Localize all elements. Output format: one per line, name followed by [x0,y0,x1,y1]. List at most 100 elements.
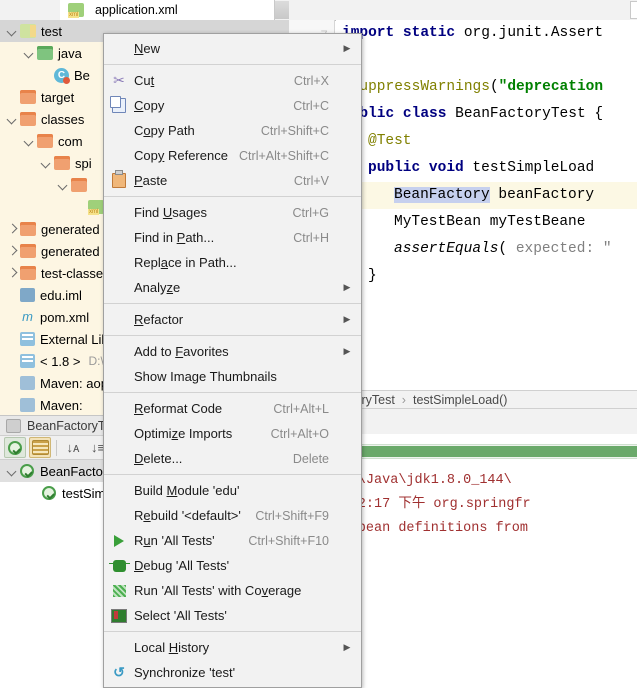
tree-item-label: spi [75,155,92,171]
editor-tab-application-xml[interactable]: application.xml [60,0,275,20]
menu-item-local-history[interactable]: Local History ▶ [104,635,361,660]
menu-item-label: Build Module 'edu' [134,483,240,498]
menu-item-shortcut: Ctrl+G [292,205,329,220]
menu-icon-slot [104,421,134,446]
menu-separator [104,392,361,393]
chevron-right-icon[interactable] [6,223,18,235]
menu-item-label: Analyze [134,280,181,295]
menu-icon-slot [104,503,134,528]
menu-item-analyze[interactable]: Analyze ▶ [104,275,361,300]
menu-item-copy[interactable]: Copy Ctrl+C [104,93,361,118]
menu-separator [104,631,361,632]
menu-item-label: Rebuild '<default>' [134,508,241,523]
menu-item-label: Find Usages [134,205,207,220]
tab-scroll-handle[interactable] [275,1,289,19]
chevron-down-icon[interactable] [23,47,35,59]
code-token: expected: " [515,241,612,257]
tree-item-label: Maven: [40,397,83,413]
menu-item-reformat-code[interactable]: Reformat Code Ctrl+Alt+L [104,396,361,421]
menu-item-find-in-path[interactable]: Find in Path... Ctrl+H [104,225,361,250]
menu-item-synchronize-test[interactable]: ↺ Synchronize 'test' [104,660,361,685]
coverage-icon [104,578,134,603]
copy-icon [104,93,134,118]
menu-item-add-to-favorites[interactable]: Add to Favorites ▶ [104,339,361,364]
code-line: assertEquals( expected: " [336,236,637,263]
menu-item-run-all-tests-with-coverage[interactable]: Run 'All Tests' with Coverage [104,578,361,603]
menu-item-paste[interactable]: Paste Ctrl+V [104,168,361,193]
menu-item-run-all-tests[interactable]: Run 'All Tests' Ctrl+Shift+F10 [104,528,361,553]
code-content[interactable]: import static org.junit.Assert @SuppressW… [336,20,637,390]
expand-all-icon[interactable] [29,437,51,458]
menu-item-shortcut: Ctrl+Shift+C [260,123,329,138]
chevron-down-icon[interactable] [57,179,69,191]
debug-icon [104,553,134,578]
code-token: assertEquals [394,241,499,257]
submenu-arrow-icon: ▶ [343,346,351,356]
menu-item-label: New [134,41,161,56]
sync-icon: ↺ [113,664,125,680]
submenu-arrow-icon: ▶ [343,642,351,652]
menu-item-show-image-thumbnails[interactable]: Show Image Thumbnails [104,364,361,389]
menu-item-optimize-imports[interactable]: Optimize Imports Ctrl+Alt+O [104,421,361,446]
menu-item-find-usages[interactable]: Find Usages Ctrl+G [104,200,361,225]
editor-tab-secondary[interactable] [630,1,637,19]
chevron-down-icon[interactable] [40,157,52,169]
menu-icon-slot [104,200,134,225]
chevron-down-icon[interactable] [23,135,35,147]
chevron-right-icon[interactable] [6,245,18,257]
sort-alpha-icon[interactable]: ↓ᴀ [62,437,84,458]
menu-item-label: Replace in Path... [134,255,237,270]
menu-item-build-module-edu[interactable]: Build Module 'edu' [104,478,361,503]
xml-file-icon [88,200,104,215]
chevron-down-icon[interactable] [6,465,18,477]
test-folder-icon [20,24,36,38]
toolbar-divider [56,439,57,456]
editor-tab-strip: application.xml [0,0,637,21]
chevron-right-icon[interactable] [6,267,18,279]
menu-item-rebuild-default[interactable]: Rebuild '<default>' Ctrl+Shift+F9 [104,503,361,528]
menu-item-copy-path[interactable]: Copy Path Ctrl+Shift+C [104,118,361,143]
menu-item-select-all-tests[interactable]: Select 'All Tests' [104,603,361,628]
menu-item-shortcut: Delete [292,451,329,466]
show-passed-icon[interactable] [4,437,26,458]
breadcrumb-separator-icon: › [401,392,406,407]
menu-separator [104,196,361,197]
code-token: BeanFactoryTest { [455,106,604,122]
test-progress-bar [359,446,637,457]
menu-separator [104,474,361,475]
menu-item-label: Optimize Imports [134,426,233,441]
menu-item-delete[interactable]: Delete... Delete [104,446,361,471]
chevron-down-icon[interactable] [6,25,18,37]
test-progress-track [359,444,637,459]
maven-lib-icon [20,376,35,390]
code-line: MyTestBean myTestBeane [336,209,637,236]
menu-item-replace-in-path[interactable]: Replace in Path... [104,250,361,275]
tree-item-label: classes [41,111,85,127]
code-token: beanFactory [489,187,595,203]
menu-item-shortcut: Ctrl+Alt+L [273,401,329,416]
code-line: @SuppressWarnings("deprecation [336,74,637,101]
menu-icon-slot [104,250,134,275]
menu-item-label: Select 'All Tests' [134,608,227,623]
menu-item-cut[interactable]: ✂ Cut Ctrl+X [104,68,361,93]
tree-item-label: Be [74,67,90,83]
menu-separator [104,335,361,336]
source-folder-icon [37,46,53,60]
menu-item-copy-reference[interactable]: Copy Reference Ctrl+Alt+Shift+C [104,143,361,168]
menu-item-label: Delete... [134,451,183,466]
context-menu[interactable]: New ▶ ✂ Cut Ctrl+X Copy Ctrl+C Copy Path Ctrl+Sh… [103,33,362,688]
folder-icon [20,222,36,236]
breadcrumb-item-method[interactable]: testSimpleLoad() [413,393,508,407]
code-token: ( [498,241,516,257]
menu-item-refactor[interactable]: Refactor ▶ [104,307,361,332]
chevron-down-icon[interactable] [6,113,18,125]
folder-icon [20,90,36,104]
menu-item-label: Cut [134,73,155,88]
menu-item-debug-all-tests[interactable]: Debug 'All Tests' [104,553,361,578]
menu-item-new[interactable]: New ▶ [104,36,361,61]
menu-icon-slot [104,396,134,421]
